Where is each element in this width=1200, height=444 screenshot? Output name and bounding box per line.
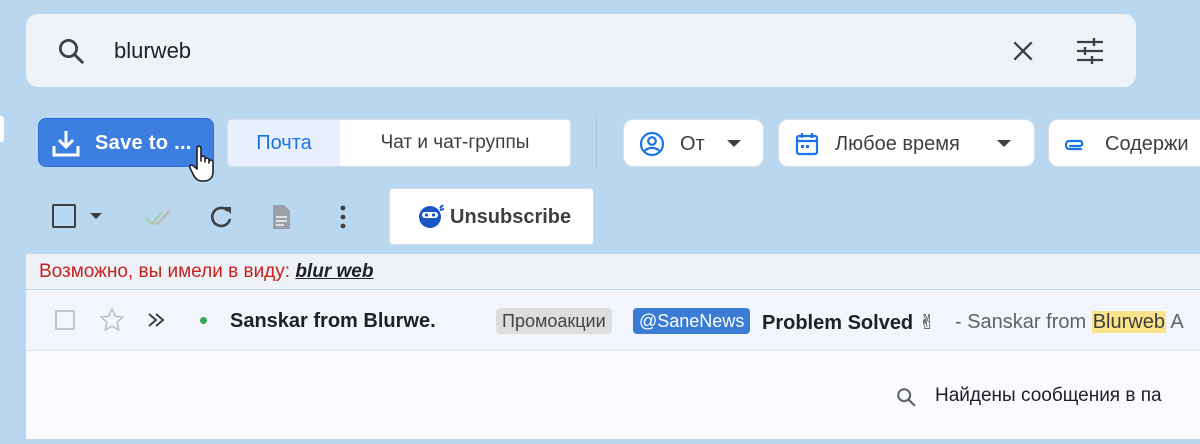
document-icon[interactable] xyxy=(264,200,298,234)
found-messages-text[interactable]: Найдены сообщения в па xyxy=(935,385,1162,407)
more-options-icon[interactable] xyxy=(326,200,360,234)
chevron-down-icon xyxy=(727,140,741,147)
message-snippet: - Sanskar from Blurweb A xyxy=(955,311,1184,334)
chevron-down-icon xyxy=(997,140,1011,147)
suggestion-text: Возможно, вы имели в виду: blur web xyxy=(39,261,373,283)
download-icon xyxy=(52,131,80,157)
unsubscribe-label: Unsubscribe xyxy=(450,206,572,228)
results-footer: Найдены сообщения в па xyxy=(26,351,1200,439)
time-filter-chip[interactable]: Любое время xyxy=(778,119,1035,167)
from-filter-chip[interactable]: От xyxy=(623,119,764,167)
contains-filter-chip[interactable]: Содержи xyxy=(1048,119,1200,167)
tab-mail[interactable]: Почта xyxy=(228,120,340,166)
snippet-after: A xyxy=(1165,311,1184,333)
select-all-checkbox[interactable] xyxy=(52,204,76,228)
search-icon xyxy=(897,388,916,407)
clear-icon[interactable] xyxy=(1010,38,1036,64)
snippet-before: - Sanskar from xyxy=(955,311,1092,333)
mark-read-icon[interactable] xyxy=(142,200,176,234)
save-to-label: Save to ... xyxy=(95,132,192,154)
star-icon[interactable] xyxy=(98,306,126,334)
unread-dot xyxy=(200,317,207,324)
calendar-icon xyxy=(795,133,819,156)
person-icon xyxy=(639,131,665,157)
ninja-icon xyxy=(419,204,444,228)
time-filter-label: Любое время xyxy=(835,133,960,155)
tab-chat[interactable]: Чат и чат-группы xyxy=(340,120,570,166)
search-icon[interactable] xyxy=(56,36,86,66)
from-filter-label: От xyxy=(680,133,705,155)
refresh-icon[interactable] xyxy=(204,200,238,234)
suggestion-prefix: Возможно, вы имели в виду: xyxy=(39,261,291,282)
row-checkbox[interactable] xyxy=(55,310,75,330)
mail-chat-toggle[interactable]: Почта Чат и чат-группы xyxy=(227,119,571,167)
left-edge-handle xyxy=(0,116,4,142)
attachment-icon xyxy=(1064,139,1084,151)
hand-cursor-icon xyxy=(188,145,214,182)
chevron-down-icon[interactable] xyxy=(90,213,102,219)
message-subject: Problem Solved ✌ xyxy=(762,312,936,334)
search-input[interactable]: blurweb xyxy=(114,38,191,64)
message-sender: Sanskar from Blurwe. xyxy=(230,310,436,332)
label-promotions[interactable]: Промоакции xyxy=(496,308,612,334)
search-highlight: Blurweb xyxy=(1091,311,1166,333)
contains-filter-label: Содержи xyxy=(1105,133,1189,155)
importance-marker-icon[interactable] xyxy=(146,311,170,329)
toolbar-divider xyxy=(596,118,597,168)
label-sanenews[interactable]: @SaneNews xyxy=(633,308,751,334)
search-options-icon[interactable] xyxy=(1074,36,1106,66)
suggestion-link[interactable]: blur web xyxy=(295,261,373,282)
unsubscribe-button[interactable]: Unsubscribe xyxy=(389,188,594,245)
table-row[interactable]: Sanskar from Blurwe. Промоакции @SaneNew… xyxy=(26,290,1200,351)
search-bar[interactable]: blurweb xyxy=(26,14,1136,87)
spelling-suggestion-bar: Возможно, вы имели в виду: blur web xyxy=(26,254,1200,289)
